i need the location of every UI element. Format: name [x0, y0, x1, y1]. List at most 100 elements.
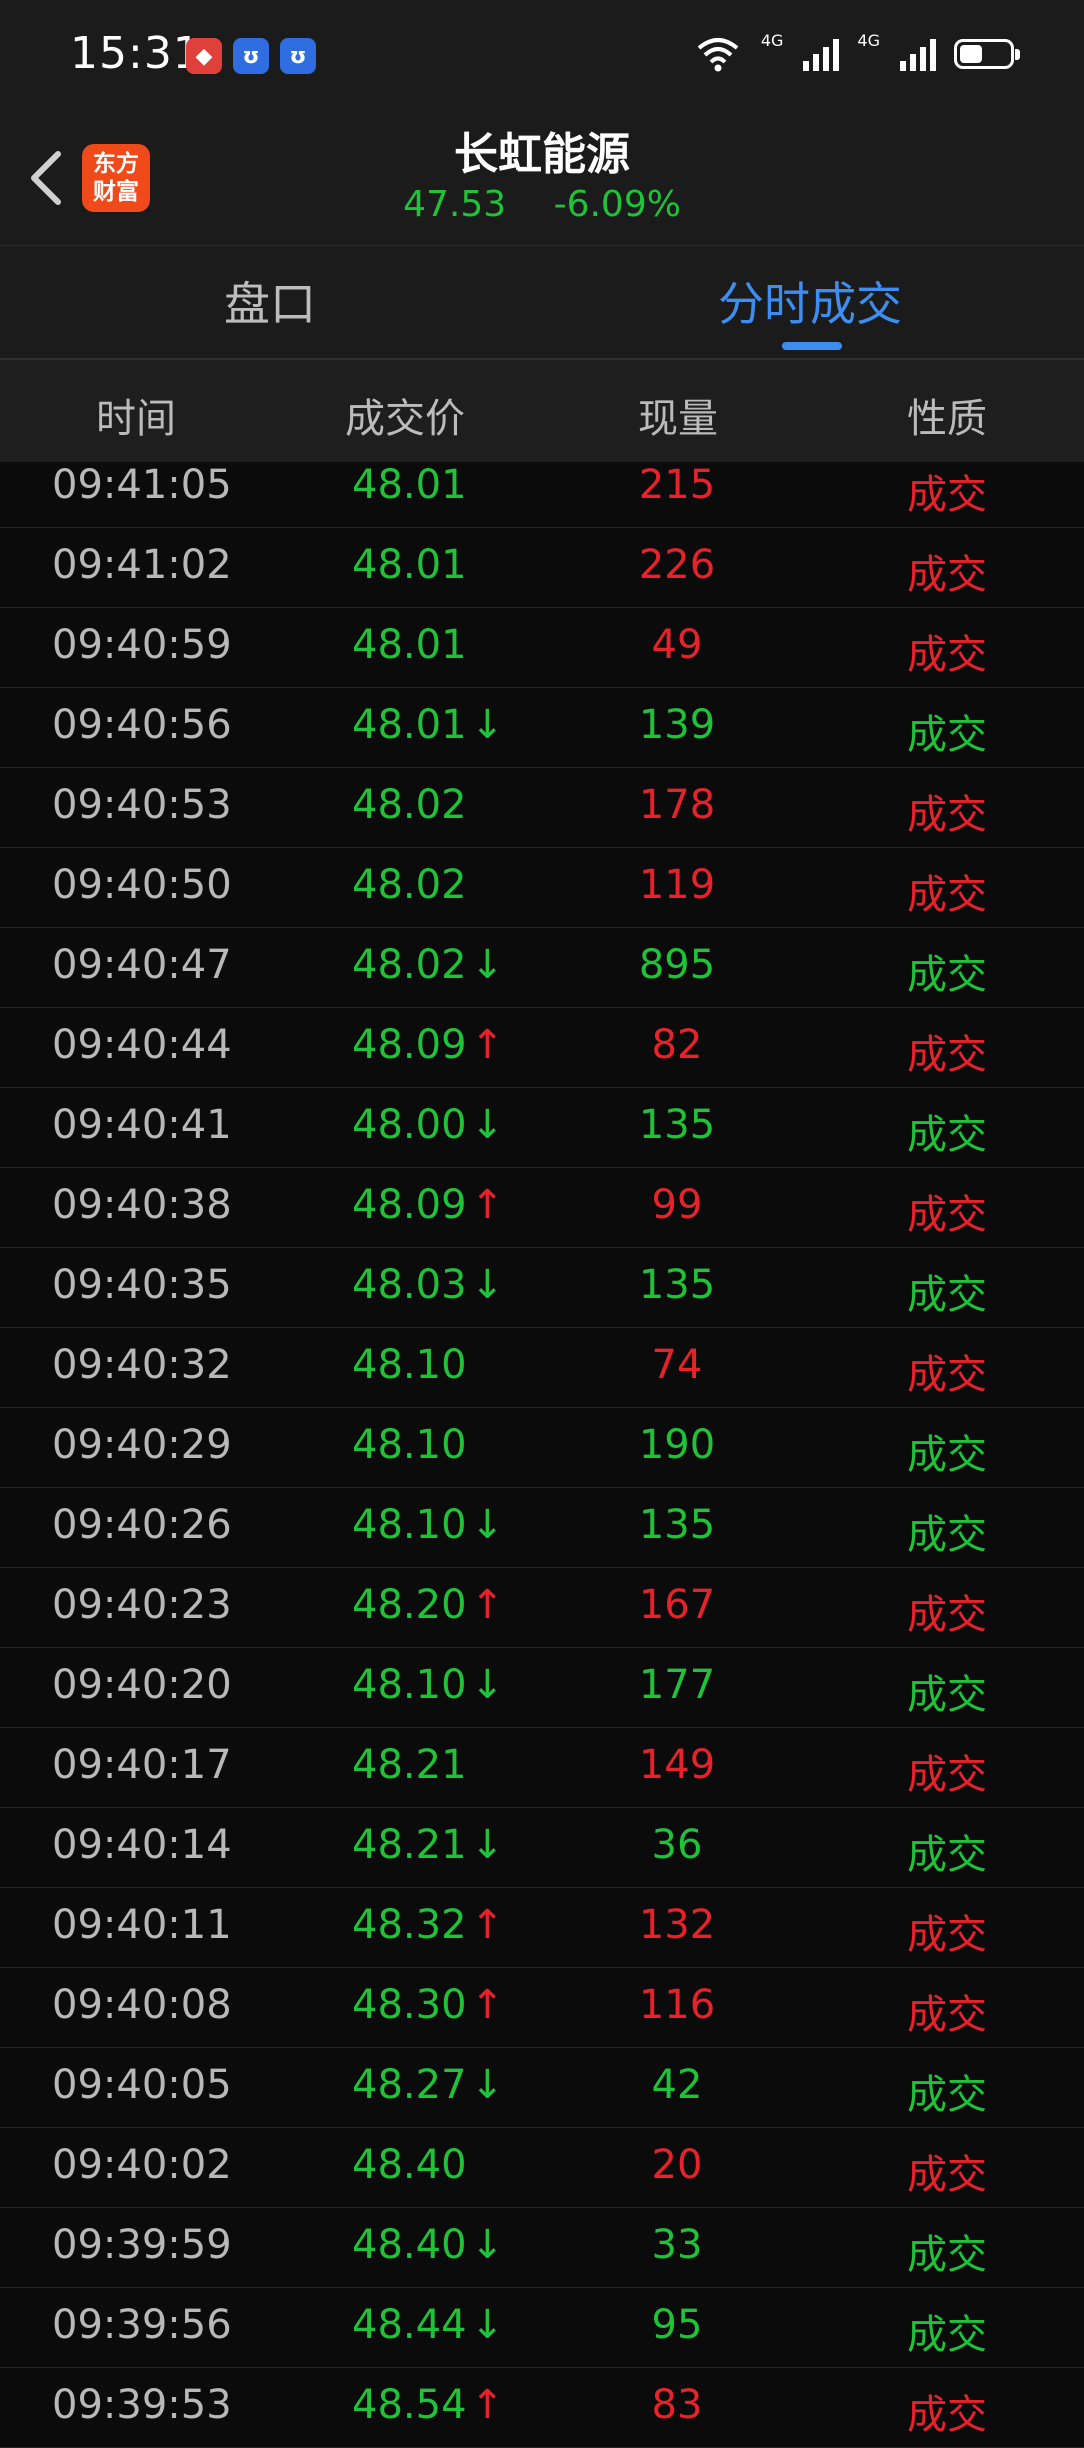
- status-icons: 4G 4G: [693, 30, 1020, 74]
- trade-time: 09:39:53: [52, 2382, 232, 2428]
- arrow-down-icon: ↓: [470, 1662, 505, 1708]
- trade-price: 48.10 ↓: [352, 1662, 505, 1708]
- col-header-type: 性质: [907, 396, 987, 442]
- trade-time: 09:40:56: [52, 702, 232, 748]
- stock-header: 东方 财富 长虹能源 47.53 -6.09%: [0, 110, 1084, 246]
- trade-type: 成交: [907, 1432, 987, 1478]
- table-row: 09:40:23 48.20 ↑ 167 成交: [0, 1568, 1084, 1648]
- trade-type: 成交: [907, 1512, 987, 1558]
- table-row: 09:40:44 48.09 ↑ 82 成交: [0, 1008, 1084, 1088]
- trade-list[interactable]: 09:41:05 48.01 215 成交 09:41:02 48.01 226 成交 09:4…: [0, 448, 1084, 2448]
- trade-time: 09:40:44: [52, 1022, 232, 1068]
- arrow-down-icon: ↓: [470, 702, 505, 748]
- trade-time: 09:40:23: [52, 1582, 232, 1628]
- trade-time: 09:40:05: [52, 2062, 232, 2108]
- trade-price: 48.09 ↑: [352, 1182, 505, 1228]
- trade-type: 成交: [907, 1992, 987, 2038]
- signal-icon-2: [900, 37, 936, 71]
- arrow-down-icon: ↓: [470, 2062, 505, 2108]
- trade-type: 成交: [907, 632, 987, 678]
- trade-price: 48.02: [352, 782, 467, 828]
- table-row: 09:41:02 48.01 226 成交: [0, 528, 1084, 608]
- trade-type: 成交: [907, 952, 987, 998]
- trade-price: 48.10: [352, 1422, 467, 1468]
- trade-volume: 139: [638, 702, 716, 748]
- col-header-price: 成交价: [345, 396, 465, 442]
- trade-price: 48.32 ↑: [352, 1902, 505, 1948]
- tab-bar: 盘口 分时成交: [0, 246, 1084, 360]
- trade-volume: 135: [638, 1262, 716, 1308]
- trade-type: 成交: [907, 2392, 987, 2438]
- trade-type: 成交: [907, 1272, 987, 1318]
- trade-volume: 82: [651, 1022, 703, 1068]
- col-header-time: 时间: [96, 396, 176, 442]
- trade-price: 48.27 ↓: [352, 2062, 505, 2108]
- trade-type: 成交: [907, 1352, 987, 1398]
- network-label-2: 4G: [857, 30, 880, 50]
- trade-volume: 167: [638, 1582, 716, 1628]
- trade-time: 09:40:11: [52, 1902, 232, 1948]
- trade-type: 成交: [907, 472, 987, 518]
- arrow-up-icon: ↑: [470, 1982, 505, 2028]
- app-notification-icon: ◆: [186, 38, 222, 74]
- arrow-down-icon: ↓: [470, 1822, 505, 1868]
- trade-time: 09:40:02: [52, 2142, 232, 2188]
- arrow-down-icon: ↓: [470, 1262, 505, 1308]
- trade-volume: 119: [638, 862, 716, 908]
- trade-price: 48.01: [352, 462, 467, 508]
- trade-price: 48.40: [352, 2142, 467, 2188]
- table-row: 09:40:38 48.09 ↑ 99 成交: [0, 1168, 1084, 1248]
- trade-time: 09:40:32: [52, 1342, 232, 1388]
- trade-time: 09:40:47: [52, 942, 232, 988]
- trade-price: 48.02 ↓: [352, 942, 505, 988]
- trade-price: 48.01 ↓: [352, 702, 505, 748]
- trade-volume: 95: [651, 2302, 703, 2348]
- table-row: 09:40:41 48.00 ↓ 135 成交: [0, 1088, 1084, 1168]
- trade-volume: 132: [638, 1902, 716, 1948]
- table-row: 09:40:32 48.10 74 成交: [0, 1328, 1084, 1408]
- signal-icon: [803, 37, 840, 71]
- arrow-down-icon: ↓: [470, 2222, 505, 2268]
- trade-price: 48.40 ↓: [352, 2222, 505, 2268]
- stock-name: 长虹能源: [454, 129, 630, 180]
- trade-type: 成交: [907, 2152, 987, 2198]
- trade-price: 48.30 ↑: [352, 1982, 505, 2028]
- trade-price: 48.21: [352, 1742, 467, 1788]
- battery-icon: [954, 39, 1020, 69]
- table-row: 09:40:08 48.30 ↑ 116 成交: [0, 1968, 1084, 2048]
- trade-time: 09:40:26: [52, 1502, 232, 1548]
- trade-time: 09:40:08: [52, 1982, 232, 2028]
- trade-price: 48.02: [352, 862, 467, 908]
- trade-type: 成交: [907, 1112, 987, 1158]
- tab-time-sales[interactable]: 分时成交: [718, 268, 902, 334]
- table-row: 09:40:11 48.32 ↑ 132 成交: [0, 1888, 1084, 1968]
- trade-type: 成交: [907, 2072, 987, 2118]
- table-row: 09:40:02 48.40 20 成交: [0, 2128, 1084, 2208]
- trade-volume: 215: [638, 462, 716, 508]
- shield-notification-icon-2: ʊ: [280, 38, 316, 74]
- status-bar: 15:31 ◆ ʊ ʊ 4G 4G: [0, 0, 1084, 110]
- trade-volume: 33: [651, 2222, 703, 2268]
- trade-type: 成交: [907, 1032, 987, 1078]
- stock-price: 47.53: [403, 184, 507, 225]
- shield-notification-icon: ʊ: [233, 38, 269, 74]
- trade-price: 48.01: [352, 622, 467, 668]
- arrow-up-icon: ↑: [470, 1902, 505, 1948]
- trade-volume: 74: [651, 1342, 703, 1388]
- trade-volume: 36: [651, 1822, 703, 1868]
- col-header-volume: 现量: [638, 396, 718, 442]
- trade-time: 09:40:41: [52, 1102, 232, 1148]
- status-time: 15:31: [70, 28, 202, 79]
- trade-price: 48.21 ↓: [352, 1822, 505, 1868]
- tab-order-book[interactable]: 盘口: [224, 268, 316, 334]
- trade-volume: 190: [638, 1422, 716, 1468]
- arrow-up-icon: ↑: [470, 1182, 505, 1228]
- arrow-down-icon: ↓: [470, 1502, 505, 1548]
- arrow-down-icon: ↓: [470, 1102, 505, 1148]
- trade-time: 09:40:35: [52, 1262, 232, 1308]
- trade-time: 09:39:56: [52, 2302, 232, 2348]
- trade-volume: 42: [651, 2062, 703, 2108]
- trade-time: 09:40:14: [52, 1822, 232, 1868]
- trade-volume: 116: [638, 1982, 716, 2028]
- trade-type: 成交: [907, 1912, 987, 1958]
